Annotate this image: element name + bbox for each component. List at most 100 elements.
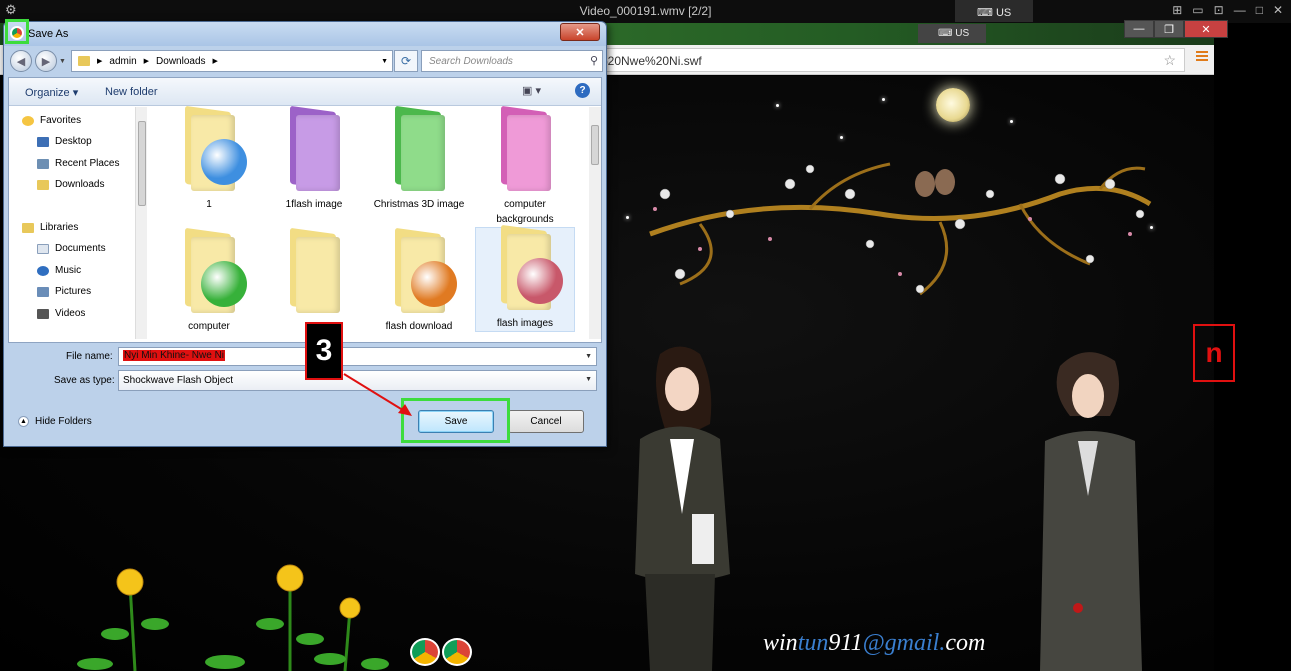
folder-icon — [497, 224, 563, 310]
chevron-down-icon[interactable]: ▼ — [585, 353, 592, 360]
command-bar: Organize ▾ New folder ▣ ▾ ? — [9, 78, 601, 106]
folder-icon — [181, 105, 247, 191]
dialog-titlebar[interactable]: Save As ✕ — [4, 22, 606, 46]
sidebar-item-label: Pictures — [55, 286, 92, 297]
navigation-pane: Favorites Desktop Recent Places Download… — [9, 107, 139, 339]
chevron-right-icon: ▶ — [143, 58, 150, 65]
player-restore-icon[interactable]: ▭ — [1192, 3, 1203, 17]
cancel-button[interactable]: Cancel — [508, 410, 584, 433]
file-name-input[interactable]: Nyi Min Khine- Nwe Ni ▼ — [118, 347, 597, 366]
search-input[interactable]: Search Downloads ⚲ — [421, 50, 603, 72]
folder-item[interactable]: computer — [159, 227, 259, 334]
folder-icon — [286, 105, 342, 191]
close-icon[interactable]: ✕ — [1184, 20, 1228, 38]
sidebar-item-documents[interactable]: Documents — [37, 243, 106, 254]
folder-item[interactable]: flash images — [475, 224, 575, 332]
pictures-icon — [37, 286, 49, 297]
folder-icon — [391, 227, 457, 313]
documents-icon — [37, 243, 49, 254]
back-arrow-icon[interactable]: ◀ — [10, 50, 32, 72]
player-title: Video_000191.wmv [2/2] — [579, 4, 712, 18]
browser-language-bar[interactable]: ⌨ US — [918, 24, 986, 43]
music-icon — [37, 265, 49, 276]
chevron-right-icon: ▶ — [212, 58, 218, 65]
save-as-type-value: Shockwave Flash Object — [123, 375, 234, 386]
man-illustration — [1040, 352, 1142, 671]
red-arrow-icon — [343, 373, 412, 416]
sidebar-item-downloads[interactable]: Downloads — [37, 179, 104, 190]
recent-places-icon — [37, 158, 49, 169]
bookmark-star-icon[interactable]: ☆ — [1163, 52, 1176, 69]
star-sparkle — [1010, 120, 1013, 123]
sidebar-item-recent-places[interactable]: Recent Places — [37, 158, 119, 169]
organize-button[interactable]: Organize ▾ — [25, 86, 78, 99]
sidebar-item-label: Music — [55, 265, 82, 276]
file-list: 1 1flash image Christmas 3D image comput… — [149, 105, 589, 339]
recent-locations-dropdown[interactable]: ▼ — [59, 58, 66, 65]
language-label: US — [955, 28, 970, 39]
chrome-logo-icon — [410, 638, 440, 666]
search-icon[interactable]: ⚲ — [590, 54, 598, 67]
desktop-icon — [37, 136, 49, 147]
player-fullscreen-icon[interactable]: ⊞ — [1172, 3, 1182, 17]
save-as-type-label: Save as type: — [54, 375, 115, 386]
play-store-icon — [442, 638, 472, 666]
chevron-down-icon[interactable]: ▼ — [381, 58, 388, 65]
sidebar-item-pictures[interactable]: Pictures — [37, 286, 91, 297]
folder-item[interactable]: Christmas 3D image — [369, 105, 469, 212]
sidebar-item-label: Recent Places — [55, 158, 120, 169]
language-bar[interactable]: ⌨ US — [955, 0, 1033, 22]
file-list-scrollbar[interactable] — [589, 107, 601, 339]
hide-folders-label: Hide Folders — [35, 416, 92, 427]
save-as-dialog: Save As ✕ ◀ ▶ ▼ ▶ admin ▶ Downloads ▶ ▼ … — [3, 21, 607, 447]
folder-item[interactable]: 1 — [159, 105, 259, 212]
restore-icon[interactable]: ❐ — [1154, 20, 1184, 38]
folder-icon — [497, 105, 553, 191]
search-placeholder: Search Downloads — [429, 56, 513, 67]
navigation-scrollbar[interactable] — [135, 107, 147, 339]
sidebar-item-label: Favorites — [40, 115, 82, 126]
star-sparkle — [776, 104, 779, 107]
folder-icon — [286, 227, 342, 313]
browser-window-controls: — ❐ ✕ — [1124, 20, 1228, 38]
breadcrumb-item[interactable]: Downloads — [156, 56, 205, 67]
player-titlebar: ⚙ Video_000191.wmv [2/2] ⊞ ▭ ⊡ — □ ✕ — [0, 0, 1291, 23]
keyboard-icon: ⌨ — [938, 28, 956, 39]
folder-item[interactable]: flash download — [369, 227, 469, 334]
chevron-down-icon: ▼ — [585, 376, 592, 383]
email-watermark: wintun911@gmail.com — [763, 630, 986, 656]
step-number-badge: 3 — [305, 322, 343, 380]
sidebar-item-desktop[interactable]: Desktop — [37, 136, 92, 147]
player-maximize-icon[interactable]: □ — [1256, 3, 1263, 17]
sidebar-item-label: Videos — [55, 308, 86, 319]
sidebar-item-label: Downloads — [55, 179, 105, 190]
sidebar-item-label: Libraries — [40, 222, 79, 233]
forward-arrow-icon[interactable]: ▶ — [35, 50, 57, 72]
address-bar[interactable]: %20Nwe%20Ni.swf ☆ — [570, 48, 1185, 72]
dialog-title: Save As — [28, 28, 69, 40]
folder-icon — [391, 105, 447, 191]
folder-item[interactable]: Do — [264, 227, 364, 334]
flowers-image — [77, 564, 389, 671]
breadcrumb[interactable]: ▶ admin ▶ Downloads ▶ ▼ — [71, 50, 393, 72]
player-fit-icon[interactable]: ⊡ — [1214, 3, 1224, 17]
minimize-icon[interactable]: — — [1124, 20, 1154, 38]
hide-folders-button[interactable]: ▲ Hide Folders — [18, 416, 92, 427]
folder-icon — [78, 56, 90, 66]
folder-item[interactable]: 1flash image — [264, 105, 364, 212]
folder-item[interactable]: computer backgrounds — [475, 105, 575, 227]
browser-menu-icon[interactable] — [1196, 51, 1208, 65]
sidebar-item-videos[interactable]: Videos — [37, 308, 85, 319]
breadcrumb-item[interactable]: admin — [109, 56, 136, 67]
help-icon[interactable]: ? — [575, 83, 590, 98]
sidebar-item-libraries[interactable]: Libraries — [22, 222, 78, 233]
sidebar-item-music[interactable]: Music — [37, 265, 81, 276]
dialog-close-button[interactable]: ✕ — [560, 23, 600, 41]
letter-badge: n — [1193, 324, 1235, 382]
new-folder-button[interactable]: New folder — [105, 86, 158, 98]
player-close-icon[interactable]: ✕ — [1273, 3, 1283, 17]
change-view-icon[interactable]: ▣ ▾ — [522, 84, 541, 97]
refresh-icon[interactable]: ⟳ — [394, 50, 418, 72]
player-minimize-icon[interactable]: — — [1234, 3, 1246, 17]
sidebar-item-favorites[interactable]: Favorites — [22, 115, 81, 126]
